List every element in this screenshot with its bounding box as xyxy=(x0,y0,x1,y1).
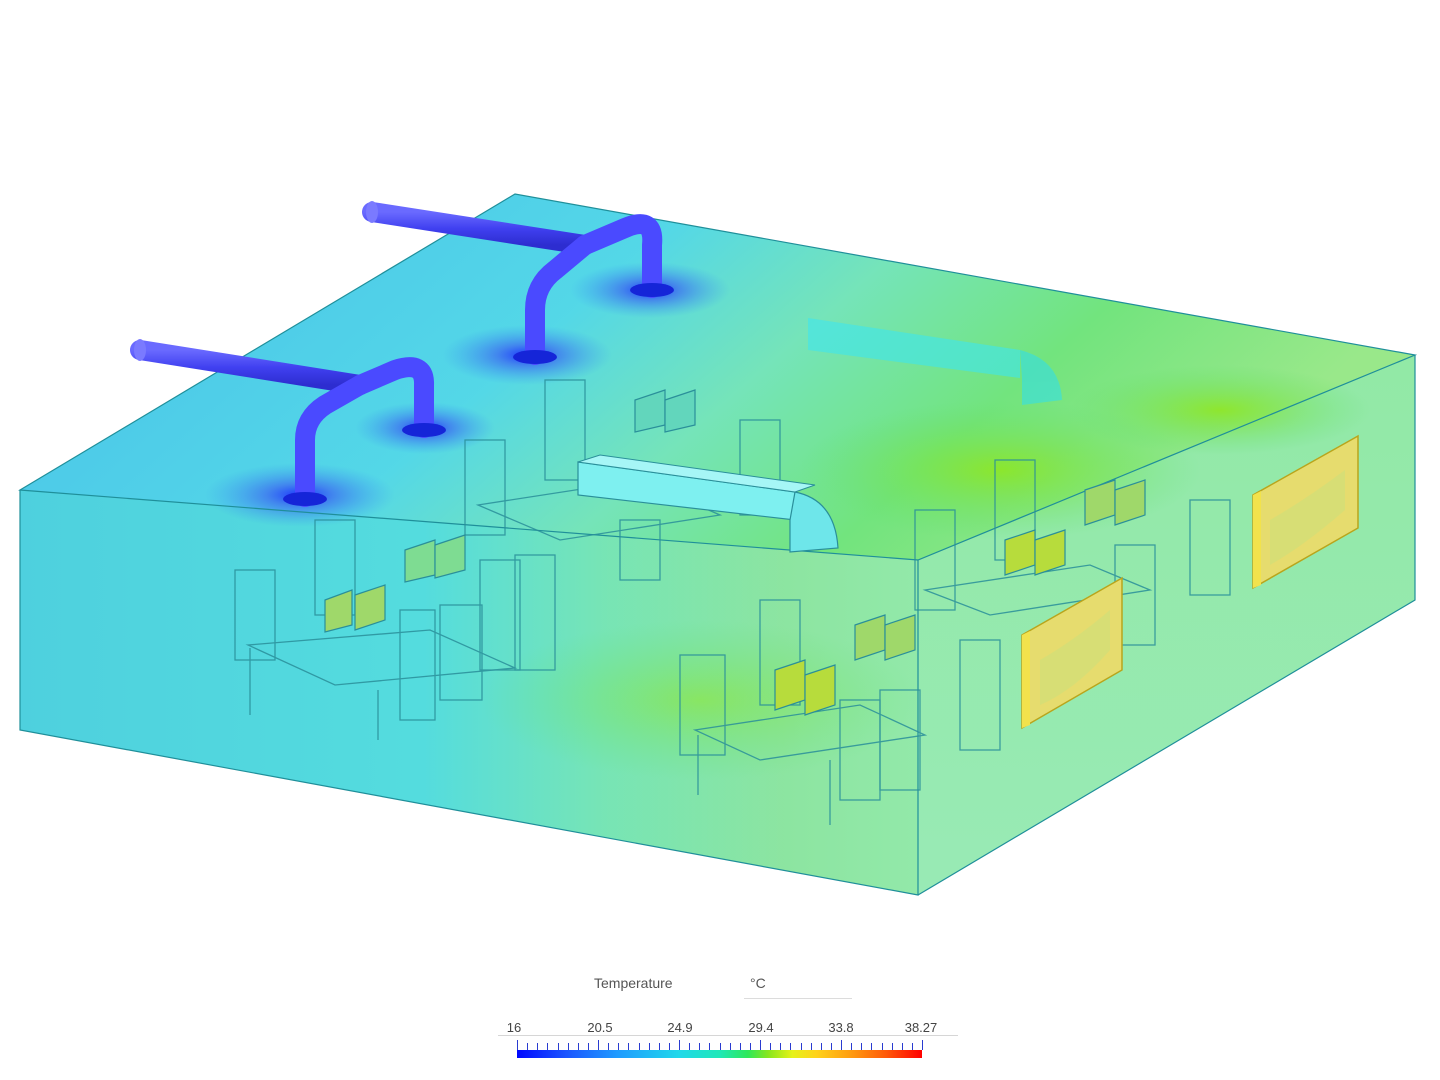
warm-zone xyxy=(1070,365,1370,455)
colorbar-tick xyxy=(648,1043,650,1050)
colorbar-tick xyxy=(587,1043,589,1050)
colorbar-tick xyxy=(901,1043,903,1050)
colorbar-tick xyxy=(810,1043,812,1050)
colorbar-tick xyxy=(527,1043,529,1050)
colorbar-tick xyxy=(851,1043,853,1050)
colorbar-tick xyxy=(891,1043,893,1050)
colorbar-tick xyxy=(861,1043,863,1050)
tick-label: 20.5 xyxy=(587,1020,613,1035)
colorbar-tick xyxy=(830,1043,832,1050)
colorbar-tick xyxy=(800,1043,802,1050)
colorbar-tick xyxy=(557,1043,559,1050)
unit-label: °C xyxy=(750,975,766,991)
colorbar-tick xyxy=(729,1043,731,1050)
colorbar-tick xyxy=(577,1043,579,1050)
colorbar-tick xyxy=(517,1040,518,1050)
colorbar-tick xyxy=(537,1043,539,1050)
colorbar-tick xyxy=(719,1043,721,1050)
temperature-colorbar xyxy=(517,1050,922,1058)
colorbar-tick xyxy=(547,1043,549,1050)
colorbar-tick xyxy=(679,1040,680,1050)
colorbar-tick xyxy=(618,1043,620,1050)
colorbar-tick xyxy=(820,1043,822,1050)
colorbar-tick xyxy=(790,1043,792,1050)
colorbar-tick xyxy=(668,1043,670,1050)
colorbar-tick xyxy=(628,1043,630,1050)
scale-track xyxy=(498,1035,958,1036)
unit-dropdown[interactable]: °C xyxy=(744,966,852,999)
tick-label: 38.27 xyxy=(904,1020,938,1035)
colorbar-tick xyxy=(709,1043,711,1050)
simulation-viewport[interactable] xyxy=(0,0,1440,960)
tick-label: 33.8 xyxy=(828,1020,854,1035)
temperature-legend: Temperature °C 16 20.5 24.9 29.4 33.8 38… xyxy=(498,962,958,1072)
colorbar-tick xyxy=(567,1043,569,1050)
tick-label: 24.9 xyxy=(667,1020,693,1035)
colorbar-tick xyxy=(689,1043,691,1050)
colorbar-tick xyxy=(699,1043,701,1050)
colorbar-tick xyxy=(841,1040,842,1050)
tick-label: 16 xyxy=(506,1020,522,1035)
colorbar-tick xyxy=(770,1043,772,1050)
colorbar-tick xyxy=(922,1040,923,1050)
colorbar-tick xyxy=(598,1040,599,1050)
colorbar-tick xyxy=(911,1043,913,1050)
tick-label: 29.4 xyxy=(748,1020,774,1035)
colorbar-tick xyxy=(608,1043,610,1050)
colorbar-tick xyxy=(760,1040,761,1050)
colorbar-tick xyxy=(871,1043,873,1050)
legend-title: Temperature xyxy=(594,975,673,991)
colorbar-tick xyxy=(638,1043,640,1050)
colorbar-tick xyxy=(749,1043,751,1050)
colorbar-tick xyxy=(658,1043,660,1050)
colorbar-tick xyxy=(780,1043,782,1050)
colorbar-tick xyxy=(739,1043,741,1050)
colorbar-tick xyxy=(881,1043,883,1050)
